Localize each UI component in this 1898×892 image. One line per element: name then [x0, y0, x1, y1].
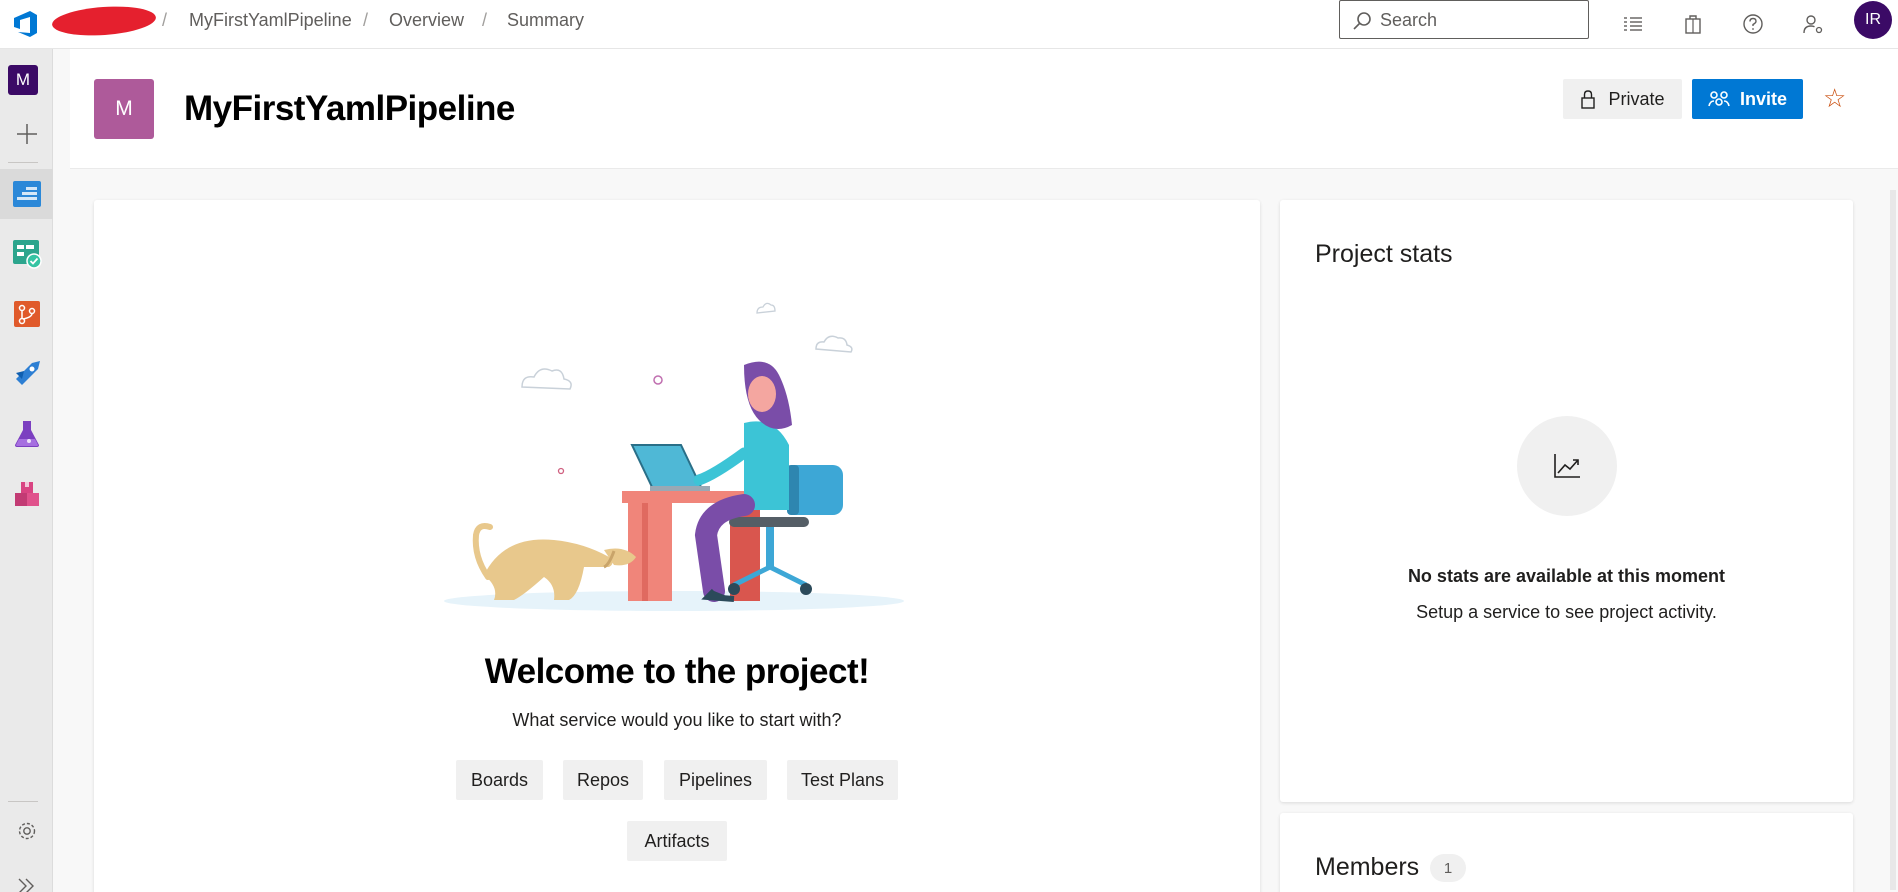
repos-icon[interactable]: [0, 289, 53, 339]
breadcrumb-project[interactable]: MyFirstYamlPipeline: [189, 10, 352, 31]
repos-service-button[interactable]: Repos: [563, 760, 643, 800]
breadcrumb-separator: /: [482, 10, 488, 30]
invite-button[interactable]: Invite: [1692, 79, 1803, 119]
project-stats-card: Project stats No stats are available at …: [1280, 200, 1853, 802]
work-items-icon[interactable]: [1615, 6, 1651, 42]
help-icon[interactable]: [1735, 6, 1771, 42]
pipelines-service-button[interactable]: Pipelines: [664, 760, 767, 800]
left-navigation-rail: M: [0, 49, 53, 892]
artifacts-service-button[interactable]: Artifacts: [627, 821, 727, 861]
breadcrumb-separator: /: [162, 10, 168, 30]
rail-project-tile[interactable]: M: [8, 65, 38, 95]
members-count-badge: 1: [1430, 854, 1466, 882]
expand-rail-chevrons-icon[interactable]: [0, 861, 53, 892]
breadcrumb-separator: /: [363, 10, 369, 30]
rail-divider: [8, 162, 38, 163]
trend-chart-icon: [1554, 454, 1580, 478]
project-settings-gear-icon[interactable]: [0, 806, 53, 856]
search-box[interactable]: [1339, 0, 1589, 39]
user-settings-icon[interactable]: [1795, 6, 1831, 42]
welcome-title: Welcome to the project!: [484, 652, 870, 691]
breadcrumb-summary[interactable]: Summary: [507, 10, 584, 31]
pipelines-icon[interactable]: [0, 349, 53, 399]
stats-placeholder: [1517, 416, 1617, 516]
stats-empty-subtitle: Setup a service to see project activity.: [1416, 602, 1717, 622]
test-plans-service-button[interactable]: Test Plans: [787, 760, 898, 800]
welcome-subtitle: What service would you like to start wit…: [512, 710, 842, 730]
search-input[interactable]: [1380, 8, 1580, 32]
page-scrollbar[interactable]: [1890, 190, 1896, 890]
search-icon: [1353, 12, 1371, 30]
breadcrumb-overview[interactable]: Overview: [389, 10, 464, 31]
top-bar: / MyFirstYamlPipeline / Overview / Summa…: [0, 0, 1898, 49]
new-item-icon[interactable]: [0, 109, 53, 159]
artifacts-icon[interactable]: [0, 469, 53, 519]
azure-devops-logo-icon[interactable]: [10, 8, 42, 40]
private-visibility-button[interactable]: Private: [1563, 79, 1682, 119]
stats-empty-title: No stats are available at this moment: [1407, 566, 1726, 586]
members-card: Members 1: [1280, 813, 1853, 892]
overview-icon[interactable]: [0, 169, 53, 219]
page-title: MyFirstYamlPipeline: [184, 89, 515, 128]
welcome-illustration: [444, 302, 904, 611]
welcome-card: Welcome to the project! What service wou…: [94, 200, 1260, 892]
invite-label: Invite: [1739, 88, 1787, 109]
favorite-star-icon[interactable]: ☆: [1823, 85, 1846, 111]
organization-name-redacted[interactable]: [51, 3, 157, 39]
project-stats-title: Project stats: [1315, 240, 1453, 268]
project-avatar: M: [94, 79, 154, 139]
lock-icon: [1581, 90, 1596, 109]
private-label: Private: [1608, 88, 1665, 109]
members-title: Members: [1315, 853, 1420, 881]
rail-divider: [8, 801, 38, 802]
marketplace-icon[interactable]: [1675, 6, 1711, 42]
invite-people-icon: [1708, 91, 1730, 107]
boards-icon[interactable]: [0, 229, 53, 279]
project-header: M MyFirstYamlPipeline Private Invite ☆: [70, 49, 1898, 169]
boards-service-button[interactable]: Boards: [456, 760, 543, 800]
user-avatar[interactable]: IR: [1854, 1, 1892, 39]
test-plans-icon[interactable]: [0, 409, 53, 459]
